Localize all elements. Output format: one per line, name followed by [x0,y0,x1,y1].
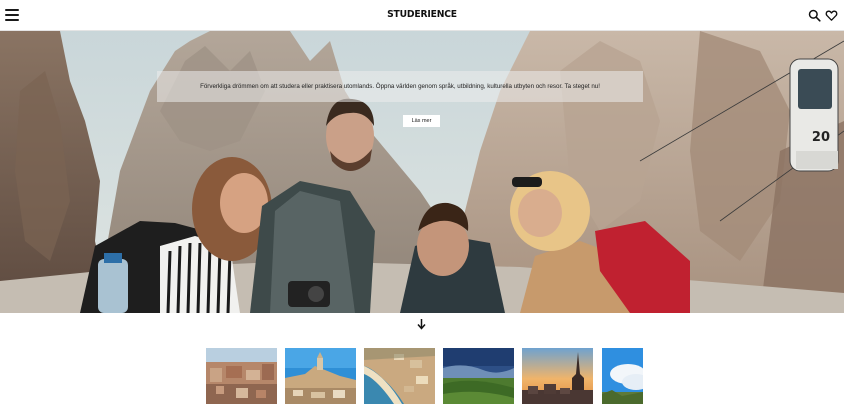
hamburger-menu-icon[interactable] [5,9,19,21]
heart-icon[interactable] [825,9,838,22]
destination-thumb-2[interactable] [285,348,356,404]
read-more-button[interactable]: Läs mer [403,115,440,127]
search-icon[interactable] [808,9,821,22]
destination-thumb-1[interactable] [206,348,277,404]
destination-thumb-5[interactable] [522,348,593,404]
destination-thumb-6[interactable] [602,348,643,404]
site-header: STUDERIENCE [0,0,844,31]
hero-banner: 20 Förverkliga drömmen om att studera el… [0,31,844,313]
destination-thumb-4[interactable] [443,348,514,404]
destination-thumb-3[interactable] [364,348,435,404]
cable-car-number: 20 [812,130,830,145]
hero-tagline: Förverkliga drömmen om att studera eller… [200,83,600,90]
arrow-down-icon[interactable] [416,318,427,330]
cable-car: 20 [789,58,839,172]
tagline-box: Förverkliga drömmen om att studera eller… [157,71,643,102]
site-logo[interactable]: STUDERIENCE [34,9,810,20]
